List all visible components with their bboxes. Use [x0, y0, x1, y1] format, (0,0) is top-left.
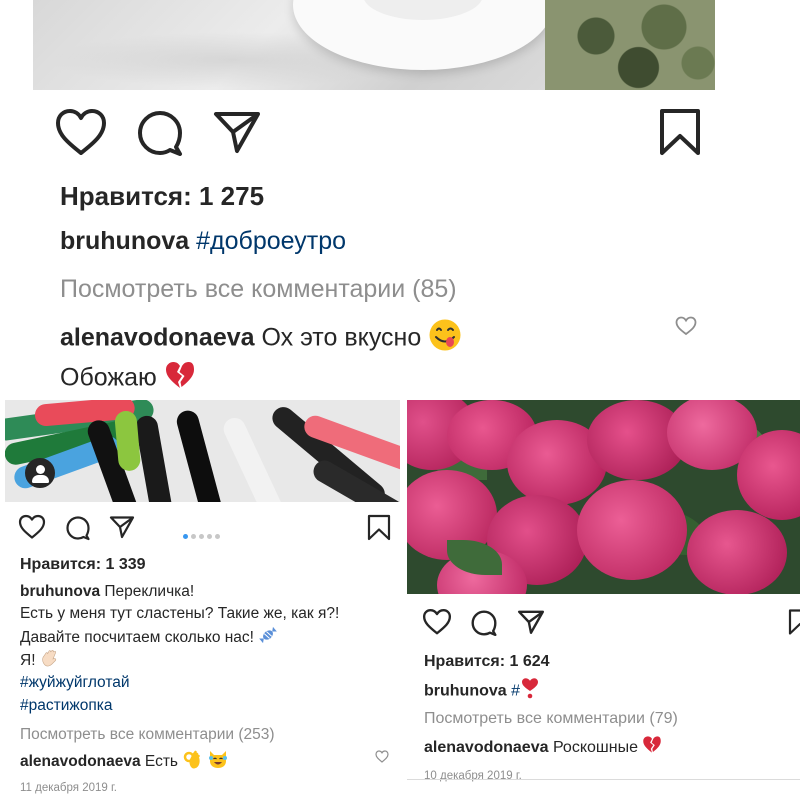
heart-exclamation-emoji — [520, 677, 540, 706]
post-caption: bruhunova #доброеутро — [60, 227, 346, 256]
likes-count[interactable]: Нравится: 1 339 — [20, 554, 146, 575]
divider — [407, 779, 800, 780]
peony-shape — [577, 480, 687, 580]
likes-count[interactable]: Нравится: 1 624 — [424, 651, 550, 673]
caption-username[interactable]: bruhunova — [424, 683, 507, 700]
post-date: 10 декабря 2019 г. — [424, 770, 522, 782]
broken-heart-emoji — [642, 735, 662, 761]
greenery-shape — [545, 0, 715, 90]
share-paper-plane-icon[interactable] — [213, 110, 261, 154]
carousel-dot — [207, 534, 212, 539]
comment-continuation: Обожаю — [60, 360, 196, 398]
carousel-dot — [215, 534, 220, 539]
comment-bubble-icon[interactable] — [136, 109, 184, 157]
like-heart-icon[interactable] — [18, 514, 46, 540]
carousel-dot — [191, 534, 196, 539]
comment-text: Есть — [144, 753, 179, 771]
view-all-comments-link[interactable]: Посмотреть все комментарии (253) — [20, 724, 275, 745]
ok-hand-emoji — [182, 749, 202, 775]
caption-hashtag[interactable]: #жуйжуйглотай — [20, 672, 130, 693]
comment-bubble-icon[interactable] — [470, 609, 498, 637]
smiling-cat-emoji — [207, 749, 229, 775]
likes-count[interactable]: Нравится: 1 275 — [60, 181, 264, 212]
caption-username[interactable]: bruhunova — [60, 227, 189, 255]
comment-text-line2: Обожаю — [60, 363, 157, 392]
comment-like-heart-icon[interactable] — [675, 316, 697, 336]
carousel-indicator — [183, 526, 223, 544]
broken-heart-emoji — [164, 360, 196, 398]
post-caption-line: bruhunova Перекличка! — [20, 581, 194, 602]
face-savoring-food-emoji — [428, 318, 462, 360]
candy-stick — [174, 408, 227, 502]
carousel-dot — [183, 534, 188, 539]
save-bookmark-icon[interactable] — [788, 608, 800, 636]
share-paper-plane-icon[interactable] — [517, 609, 545, 635]
candy-emoji — [258, 625, 278, 651]
comment-username[interactable]: alenavodonaeva — [60, 324, 255, 352]
candy-stick — [134, 414, 177, 502]
post-photo[interactable] — [407, 400, 800, 594]
top-post: Нравится: 1 275 bruhunova #доброеутро По… — [0, 0, 800, 398]
like-heart-icon[interactable] — [422, 608, 452, 636]
comment: alenavodonaeva Роскошные — [424, 735, 662, 761]
caption-text: Перекличка! — [104, 583, 195, 600]
save-bookmark-icon[interactable] — [367, 514, 391, 541]
post-action-bar — [55, 108, 705, 160]
comment: alenavodonaeva Ох это вкусно — [60, 318, 462, 360]
waving-hand-emoji — [40, 648, 60, 674]
comment-text: Ох это вкусно — [261, 323, 422, 352]
bottom-left-post: Нравится: 1 339 bruhunova Перекличка! Ес… — [0, 398, 403, 800]
caption-hashtag[interactable]: #доброеутро — [196, 227, 346, 255]
post-action-bar — [422, 608, 800, 640]
bottom-right-post: Нравится: 1 624 bruhunova # Посмотреть в… — [407, 398, 800, 800]
carousel-dot — [199, 534, 204, 539]
like-heart-icon[interactable] — [55, 108, 107, 158]
comment-like-heart-icon[interactable] — [375, 750, 389, 763]
comment-username[interactable]: alenavodonaeva — [424, 739, 549, 756]
post-date: 11 декабря 2019 г. — [20, 782, 117, 794]
view-all-comments-link[interactable]: Посмотреть все комментарии (79) — [424, 708, 678, 730]
tagged-user-icon[interactable] — [25, 458, 55, 488]
post-caption-line: Я! — [20, 648, 60, 674]
save-bookmark-icon[interactable] — [659, 108, 701, 156]
peony-shape — [687, 510, 787, 594]
post-photo[interactable] — [5, 400, 400, 502]
caption-text: Давайте посчитаем сколько нас! — [20, 629, 254, 647]
comment-username[interactable]: alenavodonaeva — [20, 753, 141, 770]
caption-text: Я! — [20, 652, 36, 670]
post-caption-line: Есть у меня тут сластены? Такие же, как … — [20, 605, 340, 622]
post-photo[interactable] — [33, 0, 715, 90]
comment: alenavodonaeva Есть — [20, 749, 229, 775]
post-caption: bruhunova # — [424, 677, 540, 706]
share-paper-plane-icon[interactable] — [109, 515, 135, 539]
view-all-comments-link[interactable]: Посмотреть все комментарии (85) — [60, 275, 457, 304]
comment-text: Роскошные — [552, 739, 638, 757]
comment-bubble-icon[interactable] — [65, 515, 91, 541]
caption-username[interactable]: bruhunova — [20, 583, 100, 600]
caption-hashtag[interactable]: #растижопка — [20, 695, 113, 716]
caption-hashtag[interactable]: # — [511, 683, 520, 700]
